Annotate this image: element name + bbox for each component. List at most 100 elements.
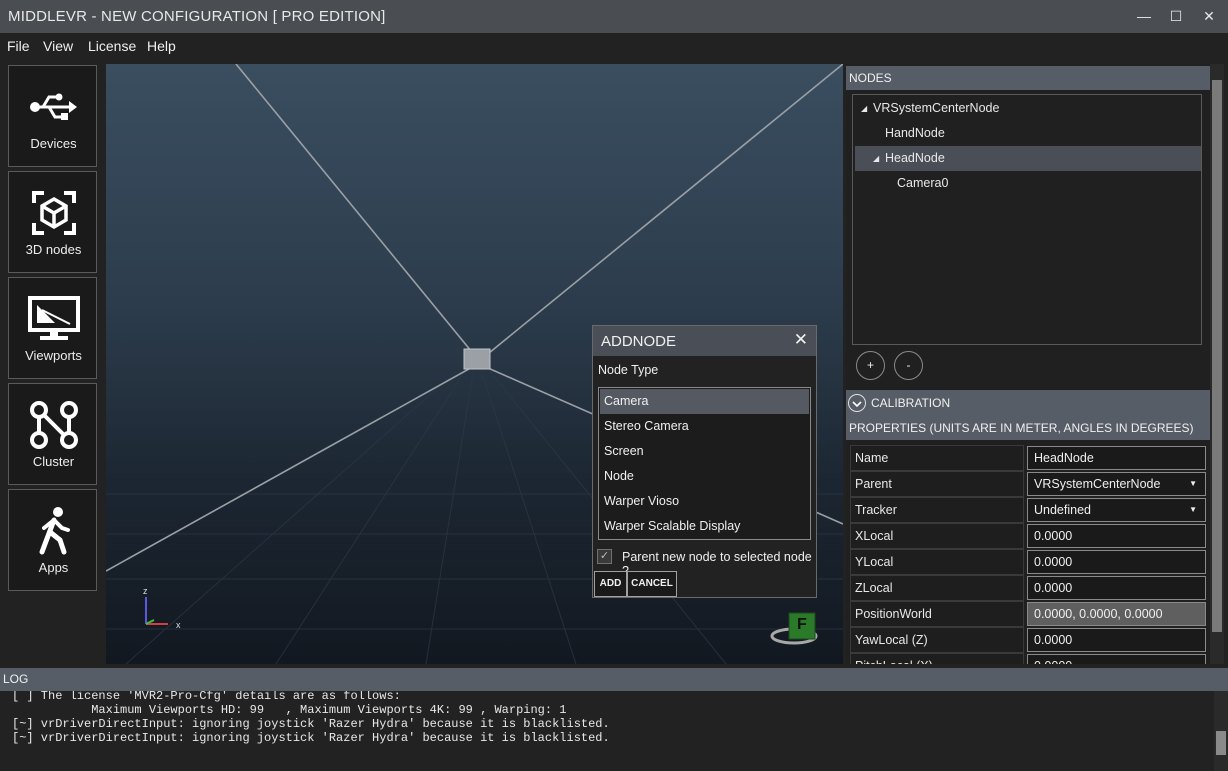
toolbar-apps-label: Apps	[38, 560, 69, 575]
calibration-header[interactable]: CALIBRATION	[846, 390, 1210, 417]
toolbar-cluster-button[interactable]: Cluster	[8, 383, 97, 485]
minimize-button[interactable]: —	[1131, 6, 1157, 26]
parent-select[interactable]: VRSystemCenterNode ▼	[1027, 472, 1206, 496]
ylocal-field[interactable]: 0.0000	[1027, 550, 1206, 574]
log-header: LOG	[0, 668, 1228, 691]
tree-item-vrsystemcenternode[interactable]: ◢ VRSystemCenterNode	[855, 96, 1201, 121]
log-line: [ ] The license 'MVR2-Pro-Cfg' details a…	[12, 691, 401, 703]
node-type-node[interactable]: Node	[600, 464, 809, 489]
app-window: MIDDLEVR - NEW CONFIGURATION [ PRO EDITI…	[0, 0, 1228, 771]
xlocal-field[interactable]: 0.0000	[1027, 524, 1206, 548]
window-title: MIDDLEVR - NEW CONFIGURATION [ PRO EDITI…	[8, 8, 386, 25]
property-key: Name	[850, 445, 1024, 471]
dropdown-arrow-icon: ▼	[1189, 479, 1197, 488]
navigation-gizmo[interactable]	[770, 612, 818, 645]
property-row-tracker: Tracker Undefined ▼	[850, 497, 1206, 523]
menu-help[interactable]: Help	[147, 38, 176, 54]
tracker-select[interactable]: Undefined ▼	[1027, 498, 1206, 522]
property-key: YawLocal (Z)	[850, 627, 1024, 653]
scrollbar-thumb[interactable]	[1212, 80, 1222, 632]
parent-to-selected-checkbox[interactable]: ✓	[597, 549, 612, 564]
toolbar-apps-button[interactable]: Apps	[8, 489, 97, 591]
maximize-button[interactable]: ☐	[1163, 6, 1189, 26]
camera-frustum-plane[interactable]	[463, 348, 491, 370]
node-type-screen[interactable]: Screen	[600, 439, 809, 464]
node-tree[interactable]: ◢ VRSystemCenterNode HandNode ◢ HeadNode…	[852, 94, 1202, 345]
gizmo-front-label: F	[797, 616, 807, 633]
property-row-pitchlocal: PitchLocal (X) 0.0000	[850, 653, 1206, 664]
add-node-dialog: ADDNODE ✕ Node Type Camera Stereo Camera…	[592, 325, 817, 598]
tree-item-label: Camera0	[897, 176, 949, 190]
tree-item-camera0[interactable]: Camera0	[855, 171, 1201, 196]
tree-item-label: HeadNode	[885, 151, 945, 165]
property-key: PositionWorld	[850, 601, 1024, 627]
toolbar-viewports-label: Viewports	[25, 348, 82, 363]
calibration-label: CALIBRATION	[871, 396, 951, 410]
log-scrollbar[interactable]	[1214, 691, 1228, 771]
property-key: ZLocal	[850, 575, 1024, 601]
cancel-button[interactable]: CANCEL	[627, 571, 677, 597]
close-icon[interactable]: ✕	[794, 330, 808, 350]
toolbar-devices-label: Devices	[30, 136, 77, 151]
expander-icon[interactable]: ◢	[873, 146, 879, 171]
cluster-icon	[9, 398, 98, 452]
property-row-name: Name HeadNode	[850, 445, 1206, 471]
log-line: [~] vrDriverDirectInput: ignoring joysti…	[12, 717, 610, 731]
tracker-select-value: Undefined	[1034, 503, 1091, 517]
node-type-list[interactable]: Camera Stereo Camera Screen Node Warper …	[598, 387, 811, 540]
positionworld-field: 0.0000, 0.0000, 0.0000	[1027, 602, 1206, 626]
log-line: Maximum Viewports HD: 99 , Maximum Viewp…	[12, 703, 567, 717]
properties-header: PROPERTIES (UNITS ARE IN METER, ANGLES I…	[846, 417, 1210, 440]
property-key: PitchLocal (X)	[850, 653, 1024, 664]
cube-icon	[9, 186, 98, 240]
property-key: Parent	[850, 471, 1024, 497]
property-key: Tracker	[850, 497, 1024, 523]
menu-view[interactable]: View	[43, 38, 73, 54]
tree-item-label: VRSystemCenterNode	[873, 101, 1000, 115]
remove-node-button[interactable]: -	[894, 351, 923, 380]
toolbar-3d-nodes-button[interactable]: 3D nodes	[8, 171, 97, 273]
log-output: [ ] The license 'MVR2-Pro-Cfg' details a…	[0, 691, 1214, 771]
chevron-down-icon[interactable]	[848, 394, 866, 412]
node-type-warper-vioso[interactable]: Warper Vioso	[600, 489, 809, 514]
property-row-zlocal: ZLocal 0.0000	[850, 575, 1206, 601]
axis-x-label: x	[176, 620, 181, 630]
menu-license[interactable]: License	[88, 38, 136, 54]
expander-icon[interactable]: ◢	[861, 96, 867, 121]
property-row-ylocal: YLocal 0.0000	[850, 549, 1206, 575]
nodes-header: NODES	[846, 66, 1210, 90]
node-type-label: Node Type	[598, 363, 659, 377]
toolbar-devices-button[interactable]: Devices	[8, 65, 97, 167]
walking-person-icon	[9, 504, 98, 558]
log-line: [~] vrDriverDirectInput: ignoring joysti…	[12, 731, 610, 745]
toolbar-3d-nodes-label: 3D nodes	[25, 242, 82, 257]
node-type-stereo-camera[interactable]: Stereo Camera	[600, 414, 809, 439]
dropdown-arrow-icon: ▼	[1189, 505, 1197, 514]
tree-item-handnode[interactable]: HandNode	[855, 121, 1201, 146]
property-row-positionworld: PositionWorld 0.0000, 0.0000, 0.0000	[850, 601, 1206, 627]
toolbar-viewports-button[interactable]: Viewports	[8, 277, 97, 379]
dialog-header: ADDNODE ✕	[593, 326, 816, 356]
property-row-xlocal: XLocal 0.0000	[850, 523, 1206, 549]
scrollbar-thumb[interactable]	[1216, 731, 1226, 755]
property-key: YLocal	[850, 549, 1024, 575]
dialog-title: ADDNODE	[601, 333, 677, 350]
toolbar-cluster-label: Cluster	[32, 454, 75, 469]
node-type-camera[interactable]: Camera	[600, 389, 809, 414]
right-panel-scrollbar[interactable]	[1210, 64, 1224, 664]
tree-item-headnode[interactable]: ◢ HeadNode	[855, 146, 1201, 171]
yawlocal-field[interactable]: 0.0000	[1027, 628, 1206, 652]
property-row-yawlocal: YawLocal (Z) 0.0000	[850, 627, 1206, 653]
pitchlocal-field[interactable]: 0.0000	[1027, 654, 1206, 664]
monitor-icon	[9, 292, 98, 346]
axis-gizmo	[145, 597, 168, 625]
node-type-warper-scalable-display[interactable]: Warper Scalable Display	[600, 514, 809, 539]
property-row-parent: Parent VRSystemCenterNode ▼	[850, 471, 1206, 497]
tree-item-label: HandNode	[885, 126, 945, 140]
name-field[interactable]: HeadNode	[1027, 446, 1206, 470]
add-button[interactable]: ADD	[594, 571, 627, 597]
close-button[interactable]: ✕	[1196, 6, 1222, 26]
zlocal-field[interactable]: 0.0000	[1027, 576, 1206, 600]
add-node-button[interactable]: +	[856, 351, 885, 380]
menu-file[interactable]: File	[7, 38, 30, 54]
